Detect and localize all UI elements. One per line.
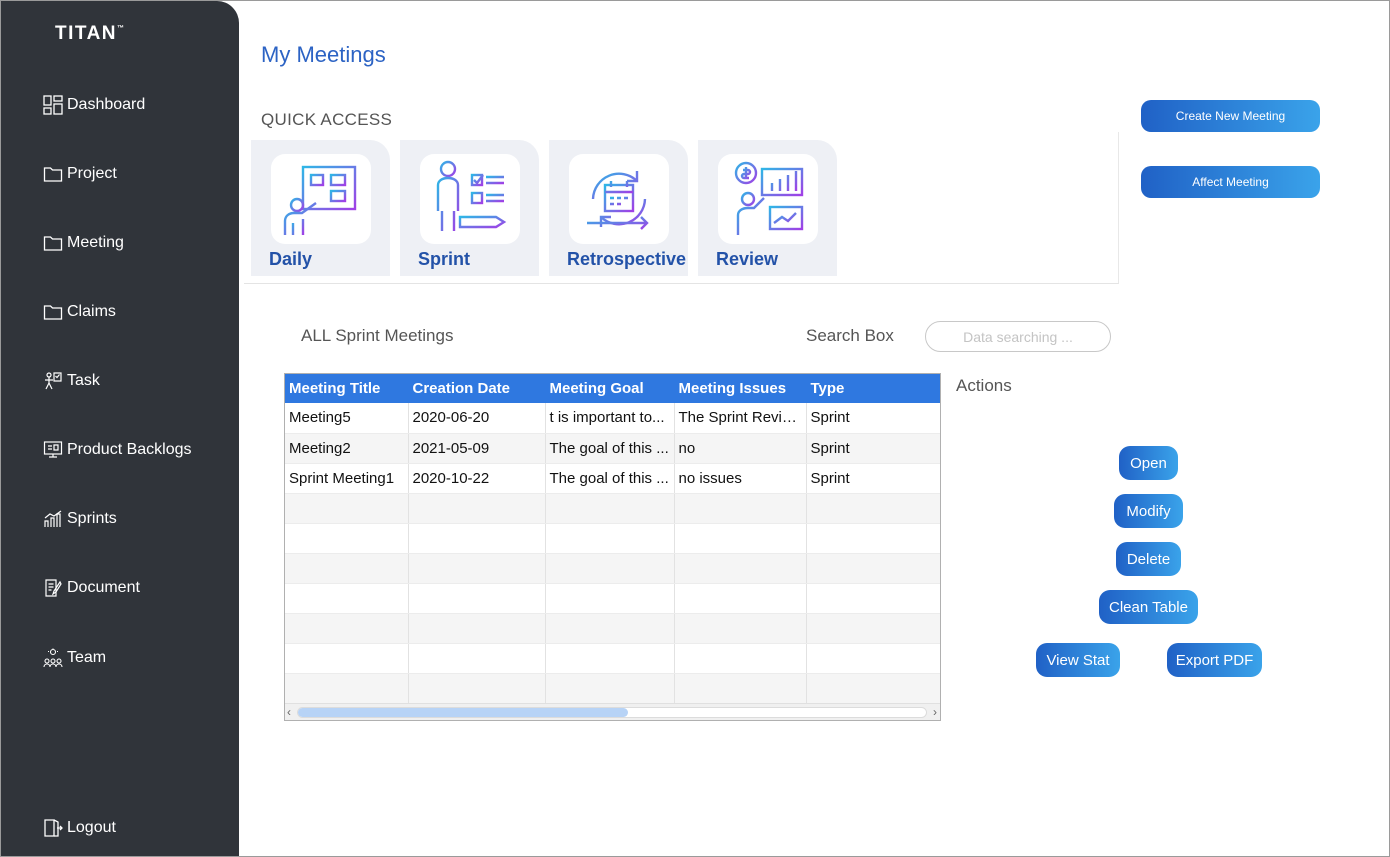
retrospective-calendar-icon — [569, 154, 669, 244]
empty-row — [285, 523, 940, 554]
table-section-title: ALL Sprint Meetings — [301, 326, 454, 345]
open-button[interactable]: Open — [1119, 446, 1178, 480]
logout-button[interactable]: Logout — [43, 815, 116, 841]
sidebar-item-product-backlogs[interactable]: Product Backlogs — [43, 437, 192, 463]
sidebar-item-label: Sprints — [67, 510, 117, 527]
sidebar-item-label: Project — [67, 165, 117, 182]
quick-access-review[interactable]: Review — [698, 140, 837, 276]
sidebar-item-project[interactable]: Project — [43, 161, 117, 187]
dashboard-icon — [43, 95, 63, 115]
table-cell: The Sprint Revie... — [674, 403, 807, 434]
table-cell: Sprint Meeting1 — [285, 463, 409, 494]
brand-logo: TITAN™ — [55, 23, 125, 44]
empty-row — [285, 583, 940, 614]
table-cell: 2020-06-20 — [408, 403, 546, 434]
quick-access-heading: QUICK ACCESS — [261, 110, 393, 129]
empty-row — [285, 673, 940, 704]
sidebar-item-label: Team — [67, 649, 107, 666]
modify-button[interactable]: Modify — [1114, 494, 1183, 528]
table-cell: Sprint — [806, 403, 940, 434]
table-cell: no — [674, 433, 807, 464]
daily-board-icon — [271, 154, 371, 244]
table-cell: Meeting5 — [285, 403, 409, 434]
sidebar-item-claims[interactable]: Claims — [43, 299, 116, 325]
horizontal-scrollbar[interactable]: ‹ › — [285, 703, 940, 720]
quick-access-sprint[interactable]: Sprint — [400, 140, 539, 276]
empty-row — [285, 553, 940, 584]
table-cell: t is important to... — [545, 403, 675, 434]
table-cell: Meeting2 — [285, 433, 409, 464]
sidebar-item-dashboard[interactable]: Dashboard — [43, 92, 145, 118]
search-input[interactable] — [925, 321, 1111, 352]
empty-row — [285, 493, 940, 524]
column-header[interactable]: Meeting Title — [285, 374, 409, 403]
actions-heading: Actions — [956, 376, 1012, 395]
create-new-meeting-button[interactable]: Create New Meeting — [1141, 100, 1320, 132]
sidebar-item-label: Meeting — [67, 234, 124, 251]
delete-button[interactable]: Delete — [1116, 542, 1181, 576]
clean-table-button[interactable]: Clean Table — [1099, 590, 1198, 624]
table-row[interactable]: Meeting5 2020-06-20 t is important to...… — [285, 403, 940, 434]
app-window: TITAN™ Dashboard Project Meeting Claims — [0, 0, 1390, 857]
quick-access-retrospective[interactable]: Retrospective — [549, 140, 688, 276]
sidebar-item-label: Product Backlogs — [67, 441, 192, 458]
review-presentation-icon — [718, 154, 818, 244]
team-icon — [43, 648, 63, 668]
quick-access-label: Daily — [269, 249, 313, 269]
scroll-right-icon[interactable]: › — [933, 705, 937, 719]
document-icon — [43, 578, 63, 598]
task-icon — [43, 371, 63, 391]
scroll-left-icon[interactable]: ‹ — [287, 705, 291, 719]
folder-icon — [43, 302, 63, 322]
sidebar-item-label: Claims — [67, 303, 116, 320]
table-row[interactable]: Meeting2 2021-05-09 The goal of this ...… — [285, 433, 940, 464]
folder-icon — [43, 164, 63, 184]
table-row[interactable]: Sprint Meeting1 2020-10-22 The goal of t… — [285, 463, 940, 494]
sidebar-item-document[interactable]: Document — [43, 575, 140, 601]
page-title: My Meetings — [261, 42, 386, 67]
table-header-row: Meeting Title Creation Date Meeting Goal… — [285, 374, 940, 403]
column-header[interactable]: Type — [806, 374, 940, 403]
quick-access-label: Review — [716, 249, 779, 269]
sidebar-item-label: Task — [67, 372, 100, 389]
column-header[interactable]: Creation Date — [408, 374, 546, 403]
table-cell: no issues — [674, 463, 807, 494]
backlog-icon — [43, 440, 63, 460]
quick-access-label: Retrospective — [567, 249, 687, 269]
sprints-chart-icon — [43, 509, 63, 529]
sidebar-item-label: Document — [67, 579, 140, 596]
view-stat-button[interactable]: View Stat — [1036, 643, 1120, 677]
quick-access-daily[interactable]: Daily — [251, 140, 390, 276]
sprint-checklist-icon — [420, 154, 520, 244]
sidebar-item-sprints[interactable]: Sprints — [43, 506, 117, 532]
column-header[interactable]: Meeting Issues — [674, 374, 807, 403]
logout-label: Logout — [67, 819, 116, 836]
quick-access-label: Sprint — [418, 249, 470, 269]
column-header[interactable]: Meeting Goal — [545, 374, 675, 403]
scrollbar-thumb[interactable] — [298, 708, 628, 717]
table-cell: 2021-05-09 — [408, 433, 546, 464]
sidebar-item-meeting[interactable]: Meeting — [43, 230, 124, 256]
sidebar-item-task[interactable]: Task — [43, 368, 100, 394]
affect-meeting-button[interactable]: Affect Meeting — [1141, 166, 1320, 198]
empty-row — [285, 613, 940, 644]
meetings-table[interactable]: Meeting Title Creation Date Meeting Goal… — [284, 373, 941, 721]
table-cell: Sprint — [806, 433, 940, 464]
sidebar: TITAN™ Dashboard Project Meeting Claims — [1, 1, 239, 856]
sidebar-item-team[interactable]: Team — [43, 645, 106, 671]
table-cell: The goal of this ... — [545, 463, 675, 494]
search-label: Search Box — [806, 326, 894, 345]
empty-row — [285, 643, 940, 674]
table-cell: 2020-10-22 — [408, 463, 546, 494]
table-cell: The goal of this ... — [545, 433, 675, 464]
table-cell: Sprint — [806, 463, 940, 494]
sidebar-item-label: Dashboard — [67, 96, 146, 113]
meetings-grid: Meeting Title Creation Date Meeting Goal… — [285, 374, 940, 704]
logout-icon — [43, 818, 63, 838]
folder-icon — [43, 233, 63, 253]
export-pdf-button[interactable]: Export PDF — [1167, 643, 1262, 677]
